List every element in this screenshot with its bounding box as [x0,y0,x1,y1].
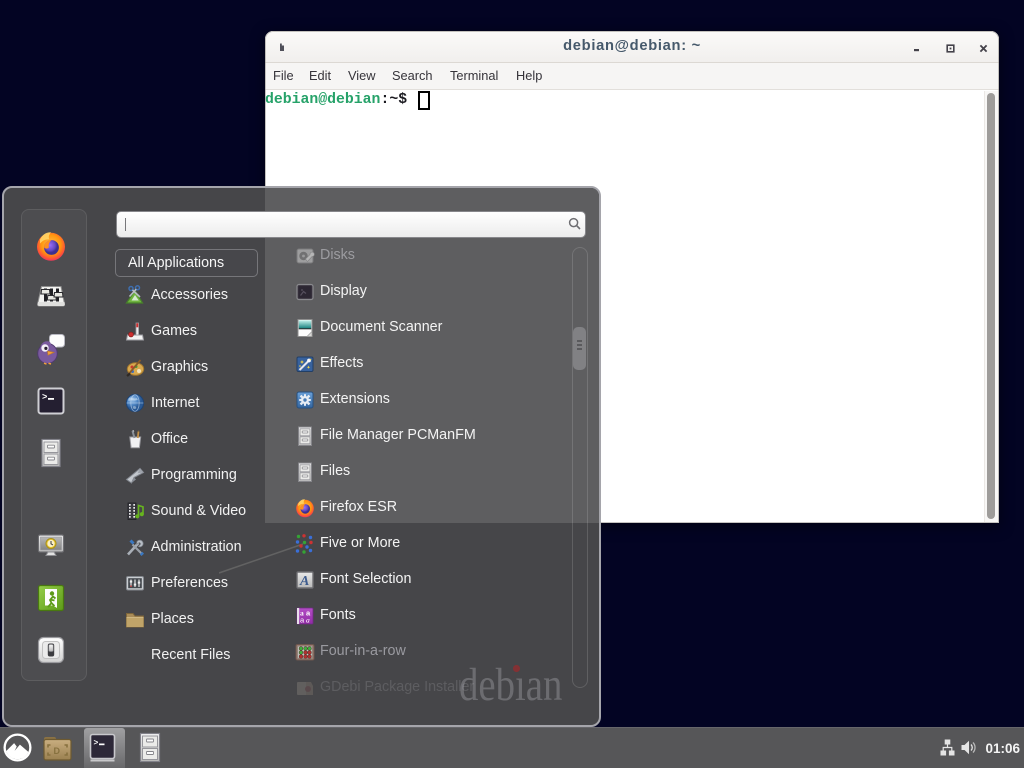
svg-text:D: D [54,746,61,756]
svg-text:a: a [306,616,310,625]
svg-text:>: > [94,739,99,748]
svg-text:A: A [299,574,309,589]
svg-text:>: > [42,393,47,403]
